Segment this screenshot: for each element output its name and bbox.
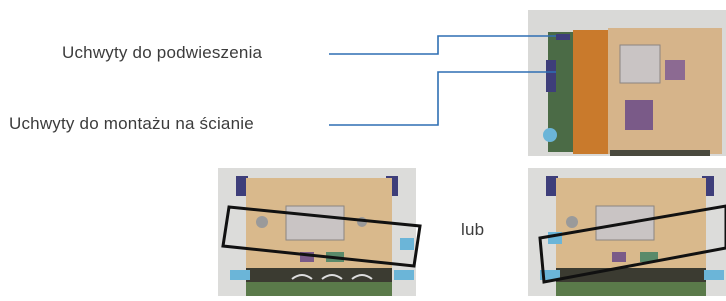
purple-module <box>665 60 685 80</box>
mounting-diagram: Uchwyty do podwieszenia Uchwyty do monta… <box>0 0 726 296</box>
top-hanging-bracket <box>556 34 570 40</box>
green-band-right <box>556 282 706 296</box>
label-or: lub <box>461 220 485 239</box>
leader-line-wall <box>329 71 556 126</box>
label-plate-left <box>285 205 345 241</box>
side-connector-right <box>400 238 414 250</box>
pipe-connector-right <box>394 270 414 280</box>
bottom-view-photo-left <box>218 168 422 296</box>
wall-bracket <box>546 60 556 92</box>
green-band-left <box>246 282 392 296</box>
gland-icon-left <box>256 216 268 228</box>
bottom-fittings <box>610 150 710 156</box>
pipe-connector-left <box>230 270 250 280</box>
label-wall-brackets: Uchwyty do montażu na ścianie <box>9 114 254 133</box>
leader-line-hanging <box>329 35 556 55</box>
side-panel-orange <box>573 30 609 154</box>
connector-block <box>625 100 653 130</box>
terminal-right <box>612 252 626 262</box>
bottom-view-photo-right <box>528 168 726 296</box>
component-plate <box>619 44 661 84</box>
label-hanging-brackets: Uchwyty do podwieszenia <box>62 43 263 62</box>
gland-icon-right <box>566 216 578 228</box>
dark-band-left <box>246 268 392 282</box>
pipe-connector-right-b <box>704 270 724 280</box>
side-view-photo <box>528 10 726 156</box>
side-connector-icon <box>543 128 557 142</box>
